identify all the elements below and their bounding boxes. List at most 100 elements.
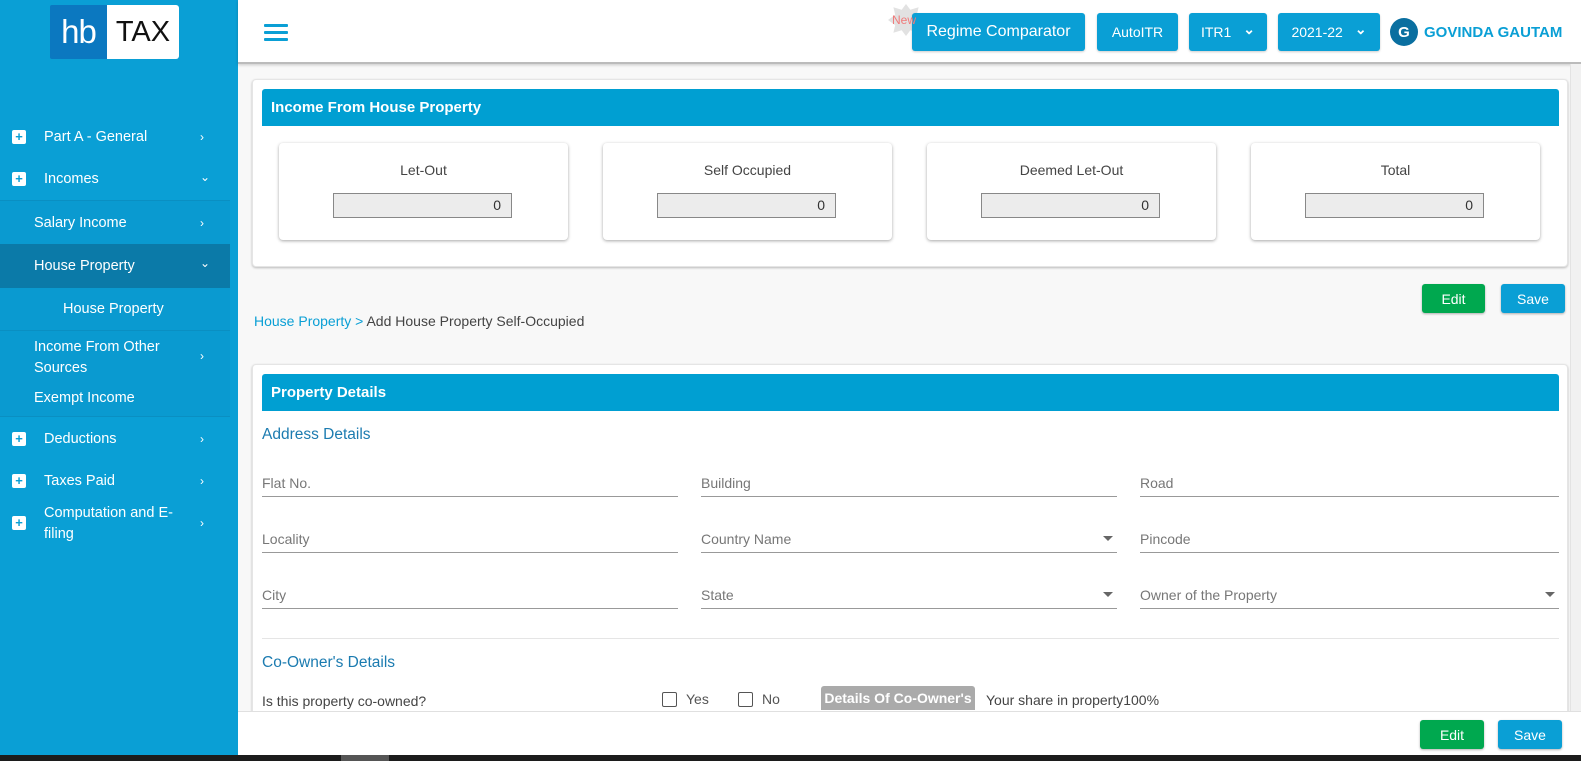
city-input[interactable]: City [262, 583, 678, 609]
sidebar: hb TAX + Part A - General › + Incomes ⌄ … [0, 0, 238, 755]
sidebar-item-label: Part A - General [44, 129, 148, 145]
card-value: 0 [981, 193, 1160, 218]
pincode-input[interactable]: Pincode [1140, 527, 1559, 553]
sidebar-item-label: House Property [63, 301, 164, 317]
sidebar-item-incomes[interactable]: + Incomes ⌄ [0, 158, 230, 200]
new-badge-label: New [888, 4, 924, 36]
placeholder: Building [701, 475, 751, 491]
country-name-select[interactable]: Country Name [701, 527, 1117, 553]
breadcrumb-link-house-property[interactable]: House Property [254, 313, 351, 329]
sidebar-item-exempt-income[interactable]: Exempt Income [0, 380, 230, 416]
new-badge-text: New [892, 13, 917, 27]
save-button[interactable]: Save [1501, 284, 1565, 313]
autoitr-button[interactable]: AutoITR [1097, 13, 1178, 51]
coowned-question: Is this property co-owned? [262, 693, 427, 709]
sidebar-item-computation-efiling[interactable]: + Computation and E- filing › [0, 501, 230, 545]
plus-square-icon: + [12, 516, 26, 530]
card-label: Self Occupied [703, 162, 792, 178]
card-value: 0 [333, 193, 512, 218]
chevron-down-icon: ⌄ [1243, 20, 1256, 37]
label-line-2: Sources [34, 360, 88, 376]
vertical-scrollbar[interactable] [1570, 64, 1581, 711]
chevron-right-icon: › [200, 215, 204, 230]
user-menu[interactable]: G GOVINDA GAUTAM [1390, 18, 1562, 46]
plus-square-icon: + [12, 432, 26, 446]
locality-input[interactable]: Locality [262, 527, 678, 553]
sidebar-item-label: Incomes [44, 171, 99, 187]
sidebar-item-salary-income[interactable]: Salary Income › [0, 201, 230, 244]
summary-card-deemed-let-out: Deemed Let-Out 0 [927, 143, 1216, 240]
placeholder: Flat No. [262, 475, 312, 491]
sidebar-item-deductions[interactable]: + Deductions › [0, 417, 230, 461]
card-value: 0 [1305, 193, 1484, 218]
summary-card-self-occupied: Self Occupied 0 [603, 143, 892, 240]
sidebar-item-label: Deductions [44, 431, 117, 447]
sidebar-item-income-other-sources[interactable]: Income From Other Sources › [0, 330, 230, 380]
chevron-right-icon: › [200, 516, 204, 530]
incomes-submenu: Salary Income › House Property ⌄ House P… [0, 200, 230, 417]
sidebar-item-label: Taxes Paid [44, 473, 115, 489]
placeholder: Road [1140, 475, 1174, 491]
checkbox-icon [738, 691, 753, 707]
income-panel-title: Income From House Property [262, 89, 1559, 126]
owner-of-property-select[interactable]: Owner of the Property [1140, 583, 1559, 609]
plus-square-icon: + [12, 172, 26, 186]
dropdown-arrow-icon [1103, 592, 1113, 597]
dropdown-arrow-icon [1545, 592, 1555, 597]
coowned-no-checkbox[interactable]: No [738, 691, 780, 707]
logo-hb: hb [50, 5, 107, 59]
sidebar-menu: + Part A - General › + Incomes ⌄ Salary … [0, 116, 230, 545]
details-of-coowners-button[interactable]: Details Of Co-Owner's [821, 686, 975, 710]
sidebar-item-label: Computation and E- filing [44, 503, 173, 545]
summary-card-let-out: Let-Out 0 [279, 143, 568, 240]
property-panel-title: Property Details [262, 374, 1559, 411]
os-taskbar [0, 755, 1581, 761]
breadcrumb-current: Add House Property Self-Occupied [366, 313, 585, 329]
sidebar-item-taxes-paid[interactable]: + Taxes Paid › [0, 461, 230, 501]
flat-no-input[interactable]: Flat No. [262, 471, 678, 497]
sidebar-item-part-a-general[interactable]: + Part A - General › [0, 116, 230, 158]
sidebar-item-label: Salary Income [34, 214, 127, 231]
chevron-down-icon: ⌄ [1354, 20, 1367, 37]
year-select-value: 2021-22 [1291, 24, 1343, 40]
card-value: 0 [657, 193, 836, 218]
checkbox-icon [662, 691, 677, 707]
road-input[interactable]: Road [1140, 471, 1559, 497]
hamburger-menu-icon[interactable] [264, 24, 288, 41]
breadcrumb-separator: > [351, 313, 367, 329]
chevron-right-icon: › [200, 474, 204, 488]
sidebar-item-label: Income From Other Sources [34, 337, 160, 379]
breadcrumb: House Property > Add House Property Self… [254, 313, 584, 329]
card-label: Let-Out [400, 162, 447, 178]
regime-comparator-button[interactable]: Regime Comparator [912, 13, 1085, 51]
building-input[interactable]: Building [701, 471, 1117, 497]
checkbox-label: Yes [686, 691, 709, 707]
edit-button[interactable]: Edit [1422, 284, 1485, 313]
sidebar-item-label: House Property [34, 258, 135, 274]
card-label: Total [1380, 162, 1411, 178]
coowned-yes-checkbox[interactable]: Yes [662, 691, 709, 707]
itr-select-value: ITR1 [1200, 24, 1232, 40]
hbtax-logo[interactable]: hb TAX [50, 5, 179, 59]
chevron-right-icon: › [200, 432, 204, 446]
dropdown-arrow-icon [1103, 536, 1113, 541]
footer-action-bar [238, 711, 1581, 755]
label-line-2: filing [44, 526, 74, 542]
card-label: Deemed Let-Out [1019, 162, 1124, 178]
sidebar-item-house-property[interactable]: House Property ⌄ [0, 244, 230, 288]
chevron-down-icon: ⌄ [200, 256, 211, 270]
placeholder: City [262, 587, 287, 603]
property-share-text: Your share in property100% [986, 692, 1160, 708]
user-name: GOVINDA GAUTAM [1424, 23, 1563, 41]
chevron-right-icon: › [200, 130, 204, 144]
section-divider [262, 638, 1559, 639]
year-select[interactable]: 2021-22 ⌄ [1278, 13, 1380, 51]
state-select[interactable]: State [701, 583, 1117, 609]
chevron-right-icon: › [200, 348, 204, 363]
placeholder: Locality [262, 531, 310, 547]
footer-edit-button[interactable]: Edit [1420, 720, 1484, 749]
sidebar-subitem-house-property[interactable]: House Property [0, 288, 230, 330]
placeholder: State [701, 587, 734, 603]
footer-save-button[interactable]: Save [1498, 720, 1562, 749]
itr-select[interactable]: ITR1 ⌄ [1189, 13, 1267, 51]
